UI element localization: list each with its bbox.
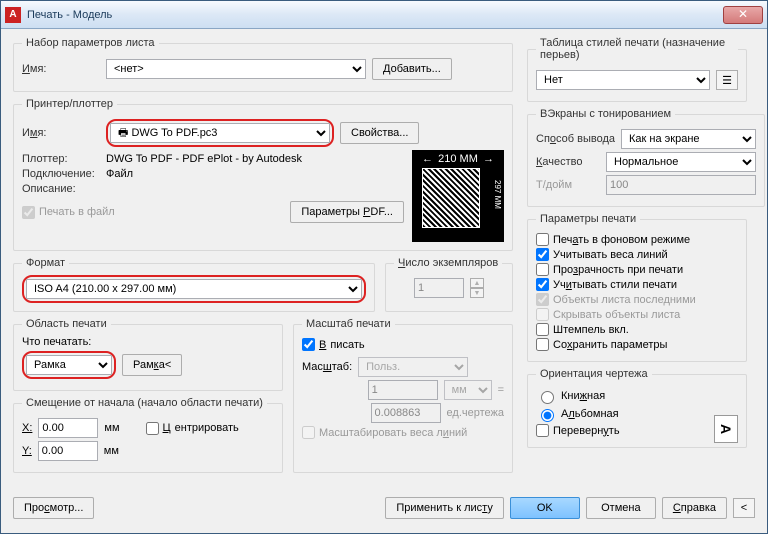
viewport-group: ВЭкраны с тонированием Способ вывода Как … [527, 108, 765, 207]
dpi-label: Т/дойм [536, 179, 600, 191]
print-to-file-checkbox: Печать в файл [22, 206, 115, 219]
options-legend: Параметры печати [536, 213, 640, 225]
style-edit-button[interactable]: ☰ [716, 70, 738, 90]
preview-height: 297 MM [493, 180, 502, 209]
pageset-name-label: ИИмя:мя: [22, 63, 100, 75]
stamp-checkbox[interactable]: Штемпель вкл. [536, 323, 738, 336]
apply-button[interactable]: Применить к листу [385, 497, 504, 519]
button-bar: Просмотр... Применить к листу OK Отмена … [1, 491, 767, 525]
printer-props-button[interactable]: Свойства... [340, 122, 419, 144]
offset-x-input[interactable] [38, 418, 98, 438]
paper-format-group: Формат ISO A4 (210.00 x 297.00 мм) [13, 257, 375, 312]
add-pageset-button[interactable]: Добавить... [372, 58, 452, 80]
orientation-legend: Ориентация чертежа [536, 368, 652, 380]
paper-format-select[interactable]: ISO A4 (210.00 x 297.00 мм) [26, 279, 362, 299]
fit-checkbox[interactable]: Вписать [302, 338, 504, 351]
area-legend: Область печати [22, 318, 111, 330]
app-icon: A [5, 7, 21, 23]
reverse-checkbox[interactable]: Перевернуть [536, 424, 738, 437]
what-print-label: Что печатать: [22, 336, 274, 348]
pageset-name-select[interactable]: <нет> [106, 59, 366, 79]
scale-label: Масштаб: [302, 361, 352, 373]
what-print-select[interactable]: Рамка [26, 355, 112, 375]
copies-legend: Число экземпляров [394, 257, 502, 269]
copies-spinner: ▲▼ [470, 278, 484, 298]
bg-print-checkbox[interactable]: Печать в фоновом режиме [536, 233, 738, 246]
y-label: Y: [22, 445, 32, 457]
format-legend: Формат [22, 257, 69, 269]
plotter-label: Плоттер: [22, 153, 100, 165]
transparency-checkbox[interactable]: Прозрачность при печати [536, 263, 738, 276]
paper-preview: ←210 MM→ 297 MM [412, 150, 504, 242]
printer-legend: Принтер/плоттер [22, 98, 117, 110]
scale-num-input [368, 380, 438, 400]
landscape-radio[interactable]: Альбомная [536, 406, 738, 422]
close-button[interactable]: ✕ [723, 6, 763, 24]
shade-mode-select[interactable]: Как на экране [621, 129, 756, 149]
plotter-value: DWG To PDF - PDF ePlot - by Autodesk [106, 153, 302, 165]
connection-label: Подключение: [22, 168, 100, 180]
expand-button[interactable]: < [733, 498, 755, 518]
drawing-unit-label: ед.чертежа [447, 407, 504, 419]
description-label: Описание: [22, 183, 100, 195]
scale-group: Масштаб печати Вписать Масштаб: Польз. м… [293, 318, 513, 473]
copies-input [414, 278, 464, 298]
cancel-button[interactable]: Отмена [586, 497, 656, 519]
x-label: X: [22, 422, 32, 434]
scale-unit-select: мм [444, 380, 492, 400]
help-button[interactable]: Справка [662, 497, 727, 519]
center-checkbox[interactable]: Центрировать [146, 422, 239, 435]
pdf-params-button[interactable]: Параметры PDF... [290, 201, 404, 223]
printer-name-label: Имя: [22, 127, 100, 139]
save-params-checkbox[interactable]: Сохранить параметры [536, 338, 738, 351]
title-bar: A Печать - Модель ✕ [1, 1, 767, 29]
print-options-group: Параметры печати Печать в фоновом режиме… [527, 213, 747, 362]
plot-styles-checkbox[interactable]: Учитывать стили печати [536, 278, 738, 291]
scale-legend: Масштаб печати [302, 318, 395, 330]
style-table-legend: Таблица стилей печати (назначение перьев… [536, 37, 738, 61]
window-title: Печать - Модель [27, 9, 723, 21]
quality-select[interactable]: Нормальное [606, 152, 756, 172]
connection-value: Файл [106, 168, 133, 180]
preview-width: 210 MM [438, 153, 478, 165]
page-setup-group: Набор параметров листа ИИмя:мя: <нет> До… [13, 37, 513, 92]
copies-group: Число экземпляров ▲▼ [385, 257, 513, 312]
page-setup-legend: Набор параметров листа [22, 37, 159, 49]
frame-pick-button[interactable]: Рамка< [122, 354, 182, 376]
offset-legend: Смещение от начала (начало области печат… [22, 397, 267, 409]
dpi-input [606, 175, 756, 195]
scale-denom-input [371, 403, 441, 423]
portrait-radio[interactable]: Книжная [536, 388, 738, 404]
ok-button[interactable]: OK [510, 497, 580, 519]
hide-objects-checkbox: Скрывать объекты листа [536, 308, 738, 321]
paperspace-last-checkbox: Объекты листа последними [536, 293, 738, 306]
preview-button[interactable]: Просмотр... [13, 497, 94, 519]
shade-mode-label: Способ вывода [536, 133, 615, 145]
printer-group: Принтер/плоттер Имя: 🖶 DWG To PDF.pc3 Св… [13, 98, 513, 251]
scale-weights-checkbox: Масштабировать веса линий [302, 426, 504, 439]
printer-name-select[interactable]: 🖶 DWG To PDF.pc3 [110, 123, 330, 143]
style-table-select[interactable]: Нет [536, 70, 710, 90]
lineweights-checkbox[interactable]: Учитывать веса линий [536, 248, 738, 261]
style-table-group: Таблица стилей печати (назначение перьев… [527, 37, 747, 102]
orientation-icon: A [714, 415, 738, 443]
viewport-legend: ВЭкраны с тонированием [536, 108, 675, 120]
offset-y-input[interactable] [38, 441, 98, 461]
scale-select: Польз. [358, 357, 468, 377]
orientation-group: Ориентация чертежа Книжная Альбомная Пер… [527, 368, 747, 448]
print-dialog: A Печать - Модель ✕ Набор параметров лис… [0, 0, 768, 534]
quality-label: Качество [536, 156, 600, 168]
offset-group: Смещение от начала (начало области печат… [13, 397, 283, 473]
plot-area-group: Область печати Что печатать: Рамка Рамка… [13, 318, 283, 391]
